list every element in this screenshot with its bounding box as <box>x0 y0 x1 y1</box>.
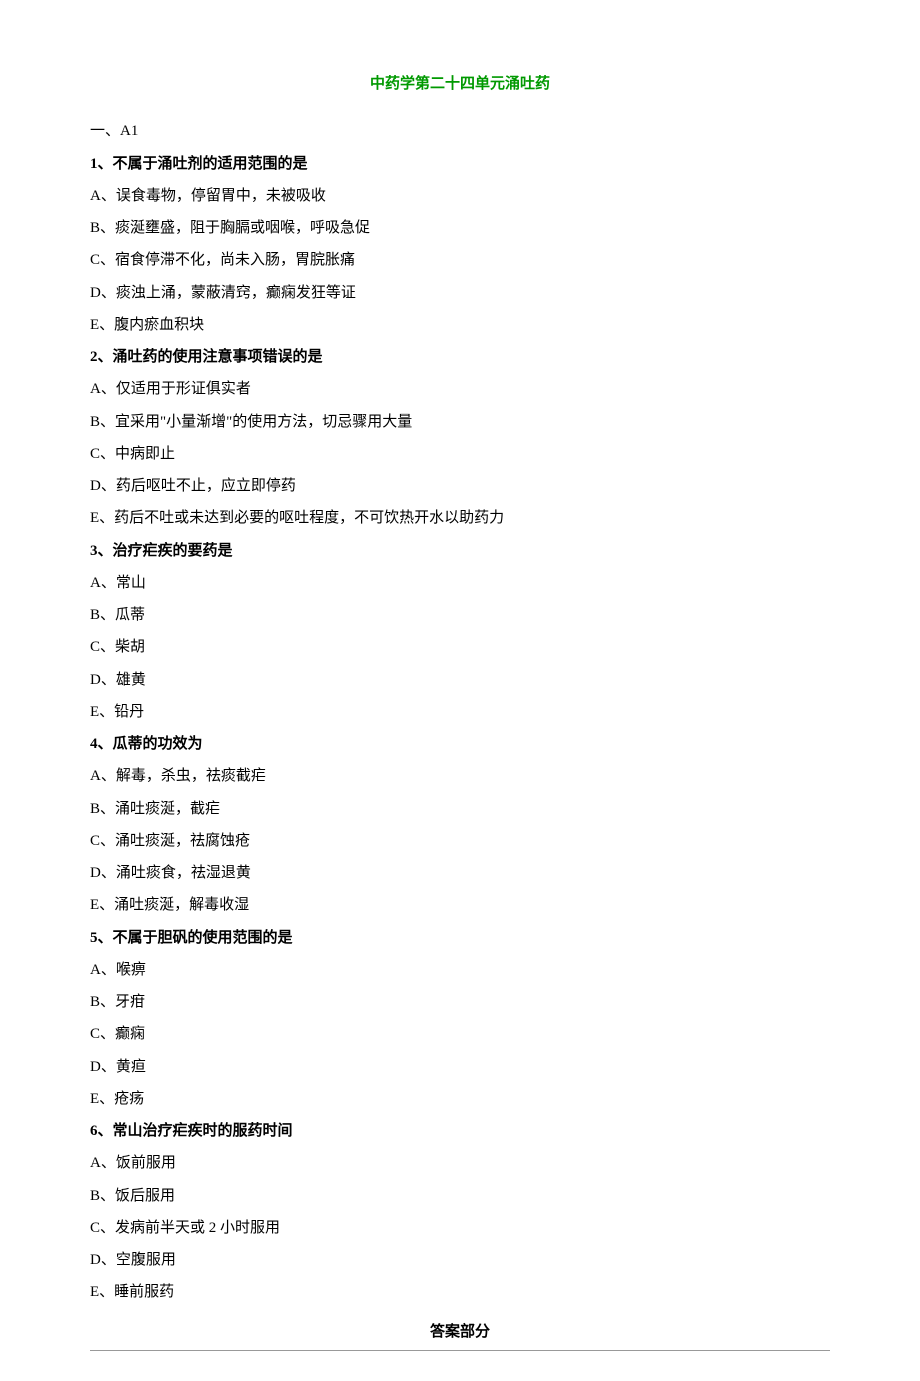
question-option: A、常山 <box>90 569 830 598</box>
question-text: 、不属于涌吐剂的适用范围的是 <box>98 156 308 172</box>
question-option: E、铅丹 <box>90 698 830 727</box>
question-option: B、牙疳 <box>90 988 830 1017</box>
question-option: C、发病前半天或 2 小时服用 <box>90 1214 830 1243</box>
question-option: A、仅适用于形证俱实者 <box>90 375 830 404</box>
question-option: E、腹内瘀血积块 <box>90 311 830 340</box>
question-number: 6 <box>90 1123 98 1139</box>
question-text: 、常山治疗疟疾时的服药时间 <box>98 1123 293 1139</box>
question-option: B、饭后服用 <box>90 1182 830 1211</box>
question-number: 2 <box>90 349 98 365</box>
question-option: B、宜采用"小量渐增"的使用方法，切忌骤用大量 <box>90 408 830 437</box>
question-option: D、涌吐痰食，祛湿退黄 <box>90 859 830 888</box>
question-option: E、睡前服药 <box>90 1278 830 1307</box>
question-number: 1 <box>90 156 98 172</box>
question-stem: 4、瓜蒂的功效为 <box>90 730 830 759</box>
question-text: 、涌吐药的使用注意事项错误的是 <box>98 349 323 365</box>
question-option: D、黄疸 <box>90 1053 830 1082</box>
question-stem: 3、治疗疟疾的要药是 <box>90 537 830 566</box>
question-option: C、宿食停滞不化，尚未入肠，胃脘胀痛 <box>90 246 830 275</box>
question-option: B、涌吐痰涎，截疟 <box>90 795 830 824</box>
question-option: A、饭前服用 <box>90 1149 830 1178</box>
question-option: D、药后呕吐不止，应立即停药 <box>90 472 830 501</box>
document-title: 中药学第二十四单元涌吐药 <box>90 70 830 99</box>
question-number: 3 <box>90 543 98 559</box>
question-number: 4 <box>90 736 98 752</box>
question-stem: 1、不属于涌吐剂的适用范围的是 <box>90 150 830 179</box>
question-stem: 6、常山治疗疟疾时的服药时间 <box>90 1117 830 1146</box>
question-stem: 2、涌吐药的使用注意事项错误的是 <box>90 343 830 372</box>
question-option: A、误食毒物，停留胃中，未被吸收 <box>90 182 830 211</box>
question-option: A、喉痹 <box>90 956 830 985</box>
question-option: C、中病即止 <box>90 440 830 469</box>
question-option: B、瓜蒂 <box>90 601 830 630</box>
question-option: D、雄黄 <box>90 666 830 695</box>
question-option: E、药后不吐或未达到必要的呕吐程度，不可饮热开水以助药力 <box>90 504 830 533</box>
question-text: 、不属于胆矾的使用范围的是 <box>98 930 293 946</box>
question-option: A、解毒，杀虫，祛痰截疟 <box>90 762 830 791</box>
questions-container: 1、不属于涌吐剂的适用范围的是 A、误食毒物，停留胃中，未被吸收 B、痰涎壅盛，阻于… <box>90 150 830 1308</box>
question-option: C、涌吐痰涎，祛腐蚀疮 <box>90 827 830 856</box>
question-number: 5 <box>90 930 98 946</box>
question-option: B、痰涎壅盛，阻于胸膈或咽喉，呼吸急促 <box>90 214 830 243</box>
question-option: E、涌吐痰涎，解毒收湿 <box>90 891 830 920</box>
question-stem: 5、不属于胆矾的使用范围的是 <box>90 924 830 953</box>
question-option: C、柴胡 <box>90 633 830 662</box>
question-text: 、治疗疟疾的要药是 <box>98 543 233 559</box>
question-option: E、疮疡 <box>90 1085 830 1114</box>
question-text: 、瓜蒂的功效为 <box>98 736 203 752</box>
question-option: D、空腹服用 <box>90 1246 830 1275</box>
section-label: 一、A1 <box>90 117 830 146</box>
answer-section-header: 答案部分 <box>90 1318 830 1351</box>
question-option: D、痰浊上涌，蒙蔽清窍，癫痫发狂等证 <box>90 279 830 308</box>
question-option: C、癫痫 <box>90 1020 830 1049</box>
